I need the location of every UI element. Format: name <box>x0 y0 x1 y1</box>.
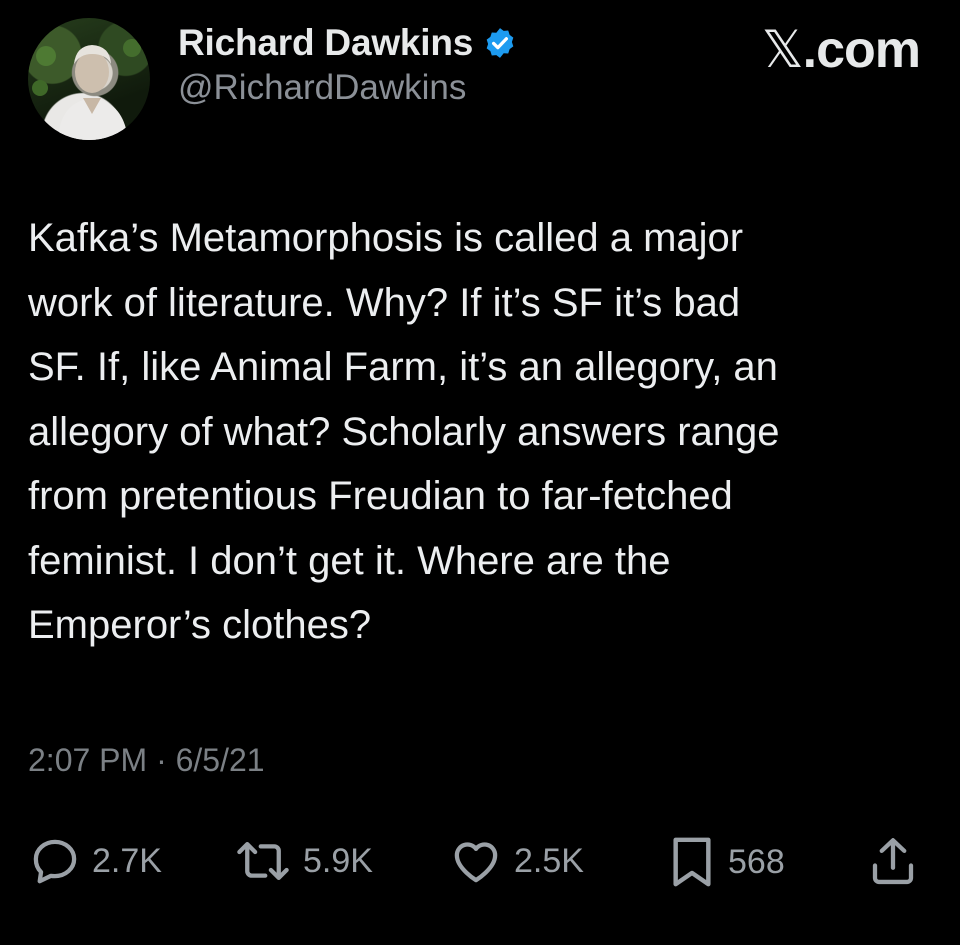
share-icon <box>872 838 914 885</box>
verified-badge-icon <box>483 26 517 60</box>
retweet-count: 5.9K <box>303 841 373 880</box>
reply-icon <box>33 839 77 884</box>
share-button[interactable] <box>868 834 918 888</box>
retweet-icon <box>237 841 289 881</box>
like-button[interactable]: 2.5K <box>448 834 584 888</box>
profile-photo <box>32 39 141 140</box>
bookmark-icon <box>673 837 711 887</box>
tweet-actions: 2.7K 5.9K 2.5K 568 <box>28 834 928 894</box>
tweet-text: Kafka’s Metamorphosis is called a major … <box>28 216 780 647</box>
tweet-timestamp[interactable]: 2:07 PM · 6/5/21 <box>28 742 265 779</box>
tweet-header: Richard Dawkins @RichardDawkins 𝕏.com <box>28 18 921 140</box>
display-name-row: Richard Dawkins <box>178 22 517 64</box>
reply-button[interactable]: 2.7K <box>28 834 162 888</box>
author-names: Richard Dawkins @RichardDawkins <box>178 22 517 108</box>
x-logo-icon: 𝕏 <box>761 20 804 80</box>
user-handle[interactable]: @RichardDawkins <box>178 68 517 108</box>
bookmark-button[interactable]: 568 <box>666 834 785 890</box>
x-com-domain: .com <box>802 21 921 79</box>
display-name[interactable]: Richard Dawkins <box>178 22 473 64</box>
bookmark-count: 568 <box>728 842 785 881</box>
x-com-logo: 𝕏.com <box>761 20 921 80</box>
like-count: 2.5K <box>514 841 584 880</box>
like-icon <box>454 842 498 883</box>
reply-count: 2.7K <box>92 841 162 880</box>
avatar[interactable] <box>28 18 150 140</box>
retweet-button[interactable]: 5.9K <box>233 834 373 888</box>
